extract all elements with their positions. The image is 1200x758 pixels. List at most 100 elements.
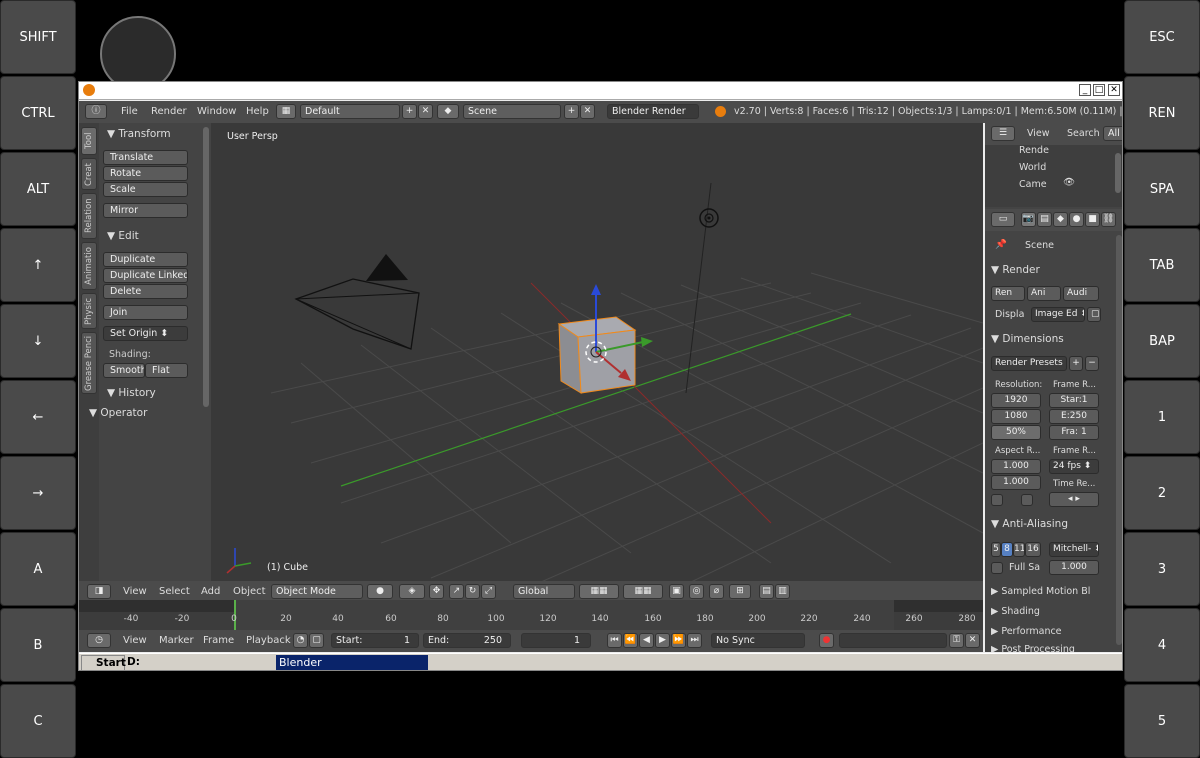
outliner-menu-search[interactable]: Search <box>1067 128 1100 139</box>
render-layers-context-icon[interactable]: ▤ <box>1037 212 1052 227</box>
maximize-button[interactable]: □ <box>1093 84 1105 96</box>
duplicate-linked-button[interactable]: Duplicate Linked <box>103 268 188 283</box>
join-button[interactable]: Join <box>103 305 188 320</box>
insert-keyframe-icon[interactable]: ⚿ <box>949 633 964 648</box>
translate-manipulator-icon[interactable]: ↗ <box>449 584 464 599</box>
rotate-button[interactable]: Rotate <box>103 166 188 181</box>
add-preset-button[interactable]: + <box>1069 356 1083 371</box>
filter-size-field[interactable]: 1.000 <box>1049 560 1099 575</box>
properties-editor-type-button[interactable]: ▭ <box>991 212 1015 227</box>
render-still-button[interactable]: Ren <box>991 286 1025 301</box>
edit-panel-header[interactable]: ▼ Edit <box>107 230 139 242</box>
resolution-percentage-field[interactable]: 50% <box>991 425 1041 440</box>
key-ren[interactable]: REN <box>1124 76 1200 150</box>
proportional-edit-icon[interactable]: ◎ <box>689 584 704 599</box>
menu-frame[interactable]: Frame <box>203 635 234 646</box>
menu-timeline-view[interactable]: View <box>123 635 147 646</box>
tab-physics[interactable]: Physic <box>81 293 97 329</box>
scene-field[interactable]: Scene <box>463 104 561 119</box>
drive-label[interactable]: D: <box>127 656 140 668</box>
add-scene-button[interactable]: + <box>564 104 579 119</box>
render-presets-select[interactable]: Render Presets ⬍ <box>991 356 1067 371</box>
outliner-item-camera[interactable]: Came <box>1019 179 1047 190</box>
scale-manipulator-icon[interactable]: ⤢ <box>481 584 496 599</box>
remove-scene-button[interactable]: ✕ <box>580 104 595 119</box>
scene-context-icon[interactable]: ◆ <box>1053 212 1068 227</box>
set-origin-select[interactable]: Set Origin ⬍ <box>103 326 188 341</box>
aa-filter-select[interactable]: Mitchell- ⬍ <box>1049 542 1099 557</box>
outliner-editor-type-button[interactable]: ☰ <box>991 126 1015 141</box>
taskbar-blender-task[interactable]: Blender <box>276 655 428 670</box>
tool-shelf-scrollbar[interactable] <box>203 127 209 407</box>
anti-aliasing-panel-header[interactable]: ▼ Anti-Aliasing <box>991 518 1068 530</box>
world-context-icon[interactable]: ● <box>1069 212 1084 227</box>
screen-layout-icon[interactable]: ▦ <box>276 104 296 119</box>
render-audio-button[interactable]: Audi <box>1063 286 1099 301</box>
translate-button[interactable]: Translate <box>103 150 188 165</box>
3d-editor-type-button[interactable]: ◨ <box>87 584 111 599</box>
scale-button[interactable]: Scale <box>103 182 188 197</box>
aa-samples-11[interactable]: 11 <box>1013 542 1025 557</box>
lock-layers-icon[interactable]: ▣ <box>669 584 684 599</box>
outliner-menu-view[interactable]: View <box>1027 128 1050 139</box>
menu-view[interactable]: View <box>123 586 147 597</box>
layers-grid-2[interactable]: ▦▦ <box>623 584 663 599</box>
key-tab[interactable]: TAB <box>1124 228 1200 302</box>
key-ctrl[interactable]: CTRL <box>0 76 76 150</box>
pin-icon[interactable]: 📌 <box>995 239 1007 250</box>
3d-viewport[interactable]: User Persp (1) Cube <box>211 123 983 582</box>
menu-file[interactable]: File <box>121 106 138 117</box>
camera-object[interactable] <box>294 254 420 350</box>
resolution-x-field[interactable]: 1920 <box>991 393 1041 408</box>
screen-layout-field[interactable]: Default <box>300 104 400 119</box>
history-panel-header[interactable]: ▼ History <box>107 387 156 399</box>
aa-samples-16[interactable]: 16 <box>1025 542 1041 557</box>
key-down[interactable]: ↓ <box>0 304 76 378</box>
pivot-point-icon[interactable]: ◈ <box>399 584 425 599</box>
render-animation-button[interactable]: Ani <box>1027 286 1061 301</box>
menu-marker[interactable]: Marker <box>159 635 194 646</box>
render-opengl-icon[interactable]: ▤ <box>759 584 774 599</box>
aa-samples-8[interactable]: 8 <box>1001 542 1013 557</box>
scene-icon[interactable]: ◆ <box>437 104 459 119</box>
constraints-context-icon[interactable]: ⛓ <box>1101 212 1116 227</box>
visibility-eye-icon[interactable]: 👁 <box>1063 177 1075 188</box>
end-frame-field[interactable]: End: 250 <box>423 633 511 648</box>
timeline-editor-type-button[interactable]: ◷ <box>87 633 111 648</box>
outliner-scrollbar[interactable] <box>1115 153 1121 193</box>
end-frame-prop-field[interactable]: E:250 <box>1049 409 1099 424</box>
start-button[interactable]: Start <box>81 655 126 670</box>
render-panel-header[interactable]: ▼ Render <box>991 264 1040 276</box>
menu-window[interactable]: Window <box>197 106 236 117</box>
border-checkbox[interactable] <box>991 494 1003 506</box>
render-context-icon[interactable]: 📷 <box>1021 212 1036 227</box>
manipulator-icon[interactable]: ✥ <box>429 584 444 599</box>
menu-playback[interactable]: Playback <box>246 635 291 646</box>
keying-set-field[interactable] <box>839 633 947 648</box>
snap-icon[interactable]: ⌀ <box>709 584 724 599</box>
crop-checkbox[interactable] <box>1021 494 1033 506</box>
tab-relations[interactable]: Relation <box>81 193 97 239</box>
viewport-shading-icon[interactable]: ● <box>367 584 393 599</box>
close-button[interactable]: ✕ <box>1108 84 1120 96</box>
aspect-y-field[interactable]: 1.000 <box>991 475 1041 490</box>
menu-help[interactable]: Help <box>246 106 269 117</box>
lamp-object[interactable] <box>699 208 719 228</box>
render-animation-icon[interactable]: ▥ <box>775 584 790 599</box>
render-engine-select[interactable]: Blender Render <box>607 104 699 119</box>
menu-object[interactable]: Object <box>233 586 266 597</box>
duplicate-button[interactable]: Duplicate <box>103 252 188 267</box>
lock-range-icon[interactable]: ▢ <box>309 633 324 648</box>
post-processing-panel-header[interactable]: ▶ Post Processing <box>991 644 1075 652</box>
delete-keyframe-icon[interactable]: ✕ <box>965 633 980 648</box>
operator-panel-header[interactable]: ▼ Operator <box>89 407 147 419</box>
object-context-icon[interactable]: ■ <box>1085 212 1100 227</box>
add-layout-button[interactable]: + <box>402 104 417 119</box>
menu-add[interactable]: Add <box>201 586 220 597</box>
tab-grease-pencil[interactable]: Grease Penci <box>81 332 97 394</box>
key-5[interactable]: 5 <box>1124 684 1200 758</box>
frame-rate-select[interactable]: 24 fps ⬍ <box>1049 459 1099 474</box>
mirror-button[interactable]: Mirror <box>103 203 188 218</box>
flat-shading-button[interactable]: Flat <box>145 363 188 378</box>
smooth-shading-button[interactable]: Smooth <box>103 363 145 378</box>
